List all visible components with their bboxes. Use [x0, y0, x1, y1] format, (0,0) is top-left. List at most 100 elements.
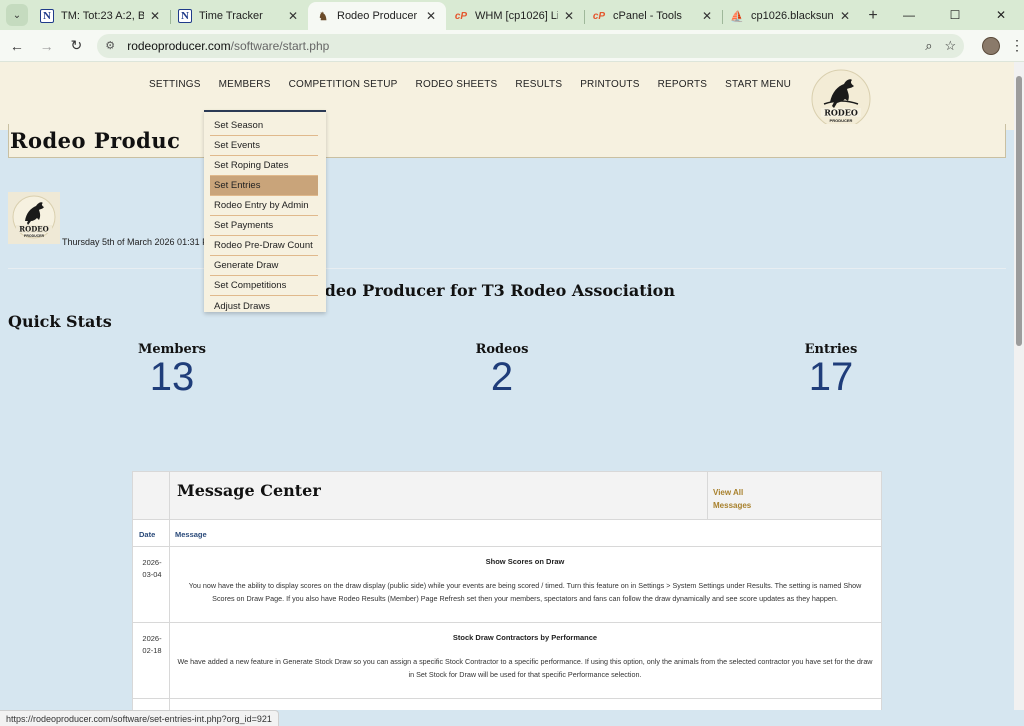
scrollbar-thumb[interactable] [1016, 76, 1022, 346]
maximize-icon[interactable]: ☐ [932, 0, 978, 30]
menu-item-rodeo-pre-draw-count[interactable]: Rodeo Pre-Draw Count [210, 236, 318, 256]
view-all-messages-link[interactable]: View All Messages [713, 486, 763, 512]
rodeo-horse-icon: ♞ [318, 10, 328, 23]
minimize-icon[interactable]: — [886, 0, 932, 30]
site-info-icon[interactable]: ⚙ [105, 39, 123, 52]
reload-icon[interactable]: ↻ [63, 33, 89, 59]
menu-item-set-entries[interactable]: Set Entries [210, 176, 318, 196]
url-path: /software/start.php [230, 38, 330, 53]
stat-rodeos-value: 2 [490, 355, 514, 399]
tab-close-icon[interactable]: ✕ [424, 9, 438, 23]
nav-item-members[interactable]: MEMBERS [210, 79, 280, 90]
url-text[interactable]: rodeoproducer.com/software/start.php [127, 39, 925, 53]
back-arrow-icon[interactable]: ← [4, 33, 30, 59]
new-tab-button[interactable]: + [860, 2, 886, 30]
message-row: 2026-03-04 Show Scores on Draw You now hav… [133, 547, 881, 623]
menu-item-rodeo-entry-by-admin[interactable]: Rodeo Entry by Admin [210, 196, 318, 216]
browser-tab-title: cp1026.blacksun.ca / localhost [751, 10, 834, 22]
browser-tab[interactable]: N Time Tracker ✕ [170, 2, 308, 30]
browser-tab[interactable]: ♞ Rodeo Producer Software ✕ [308, 2, 446, 30]
zoom-icon[interactable]: ⌕ [925, 38, 932, 54]
column-divider [169, 520, 170, 547]
message-date: 2026-02-18 [142, 634, 162, 655]
rodeo-producer-logo-icon[interactable]: RODEO PRODUCER [810, 68, 872, 130]
stat-entries: Entries 17 [771, 342, 891, 397]
browser-tab-bar: ⌄ N TM: Tot:23 A:2, B:8, C:10 ✕ N Time Track… [0, 0, 1024, 30]
cpanel-icon: cP [454, 10, 468, 22]
menu-item-set-season[interactable]: Set Season [210, 116, 318, 136]
menu-item-set-payments[interactable]: Set Payments [210, 216, 318, 236]
browser-menu-icon[interactable]: ⋮ [1010, 37, 1024, 54]
browser-tab-title: Time Tracker [199, 10, 263, 22]
profile-avatar-icon[interactable] [982, 36, 1001, 55]
nav-item-results[interactable]: RESULTS [506, 79, 571, 90]
message-title: Show Scores on Draw [485, 557, 565, 566]
message-body: You now have the ability to display scor… [188, 581, 862, 603]
address-bar[interactable]: ⚙ rodeoproducer.com/software/start.php ⌕… [97, 33, 965, 58]
browser-tab[interactable]: N TM: Tot:23 A:2, B:8, C:10 ✕ [32, 2, 170, 30]
message-row: Max Rodeo Entries Reached [133, 699, 881, 710]
logo-sub-text: PRODUCER [830, 118, 853, 123]
window-controls: — ☐ ✕ [886, 0, 1024, 30]
tab-close-icon[interactable]: ✕ [838, 9, 852, 23]
browser-toolbar: ← → ↻ ⚙ rodeoproducer.com/software/start… [0, 30, 1024, 62]
menu-item-set-events[interactable]: Set Events [210, 136, 318, 156]
nav-item-start-menu[interactable]: START MENU [716, 79, 800, 90]
stat-members: Members 13 [112, 342, 232, 397]
menu-item-set-competitions[interactable]: Set Competitions [210, 276, 318, 296]
message-center-title: Message Center [177, 481, 321, 500]
message-row: 2026-02-18 Stock Draw Contractors by Perf… [133, 623, 881, 699]
tab-close-icon[interactable]: ✕ [286, 9, 300, 23]
message-title: Stock Draw Contractors by Performance [452, 633, 598, 642]
browser-tab-title: TM: Tot:23 A:2, B:8, C:10 [61, 10, 144, 22]
nav-item-settings[interactable]: SETTINGS [140, 79, 210, 90]
notion-n-icon: N [40, 9, 54, 23]
header-divider [707, 472, 708, 520]
column-message: Message [175, 530, 207, 539]
column-divider [169, 623, 170, 698]
current-datetime: Thursday 5th of March 2026 01:31 PM [62, 237, 216, 247]
page-title: Rodeo Produc [10, 128, 181, 153]
menu-item-adjust-draws[interactable]: Adjust Draws [210, 296, 318, 316]
message-body: We have added a new feature in Generate … [177, 657, 873, 679]
browser-tab[interactable]: ⛵ cp1026.blacksun.ca / localhost ✕ [722, 2, 860, 30]
page-title-bar: Rodeo Produc [8, 124, 1006, 158]
tab-close-icon[interactable]: ✕ [562, 9, 576, 23]
message-title: Max Rodeo Entries Reached [173, 709, 877, 710]
main-navigation: SETTINGS MEMBERS COMPETITION SETUP RODEO SH… [140, 79, 800, 90]
nav-item-rodeo-sheets[interactable]: RODEO SHEETS [407, 79, 507, 90]
browser-tab[interactable]: cP cPanel - Tools ✕ [584, 2, 722, 30]
browser-tab[interactable]: cP WHM [cp1026] List Accounts ✕ [446, 2, 584, 30]
column-divider [169, 699, 170, 710]
logo-main-text: RODEO [824, 108, 858, 118]
column-divider [169, 547, 170, 622]
tab-search-icon[interactable]: ⌄ [6, 4, 28, 26]
page-scrollbar[interactable] [1014, 62, 1024, 710]
menu-item-generate-draw[interactable]: Generate Draw [210, 256, 318, 276]
close-window-icon[interactable]: ✕ [978, 0, 1024, 30]
web-page: SETTINGS MEMBERS COMPETITION SETUP RODEO SH… [0, 62, 1014, 710]
tab-close-icon[interactable]: ✕ [700, 9, 714, 23]
browser-tab-title: WHM [cp1026] List Accounts [475, 10, 558, 22]
tab-close-icon[interactable]: ✕ [148, 9, 162, 23]
menu-item-set-roping-dates[interactable]: Set Roping Dates [210, 156, 318, 176]
welcome-heading: odeo Producer for T3 Rodeo Association [314, 281, 675, 300]
url-host: rodeoproducer.com [127, 38, 231, 53]
cpanel-icon: cP [592, 10, 606, 22]
nav-item-reports[interactable]: REPORTS [649, 79, 717, 90]
quick-stats-title: Quick Stats [8, 312, 112, 331]
bookmark-star-icon[interactable]: ☆ [945, 38, 957, 54]
notion-n-icon: N [178, 9, 192, 23]
phpmyadmin-icon: ⛵ [730, 10, 744, 23]
stat-members-value: 13 [149, 355, 195, 399]
nav-item-competition-setup[interactable]: COMPETITION SETUP [280, 79, 407, 90]
stat-entries-value: 17 [808, 355, 854, 399]
message-center-header: Message Center View All Messages [133, 472, 881, 520]
org-logo-sub-text: PRODUCER [24, 234, 45, 238]
nav-item-printouts[interactable]: PRINTOUTS [571, 79, 648, 90]
stat-rodeos: Rodeos 2 [442, 342, 562, 397]
column-date: Date [139, 530, 156, 539]
message-date: 2026-03-04 [142, 558, 162, 579]
site-header: SETTINGS MEMBERS COMPETITION SETUP RODEO SH… [0, 62, 1014, 130]
forward-arrow-icon[interactable]: → [34, 33, 60, 59]
